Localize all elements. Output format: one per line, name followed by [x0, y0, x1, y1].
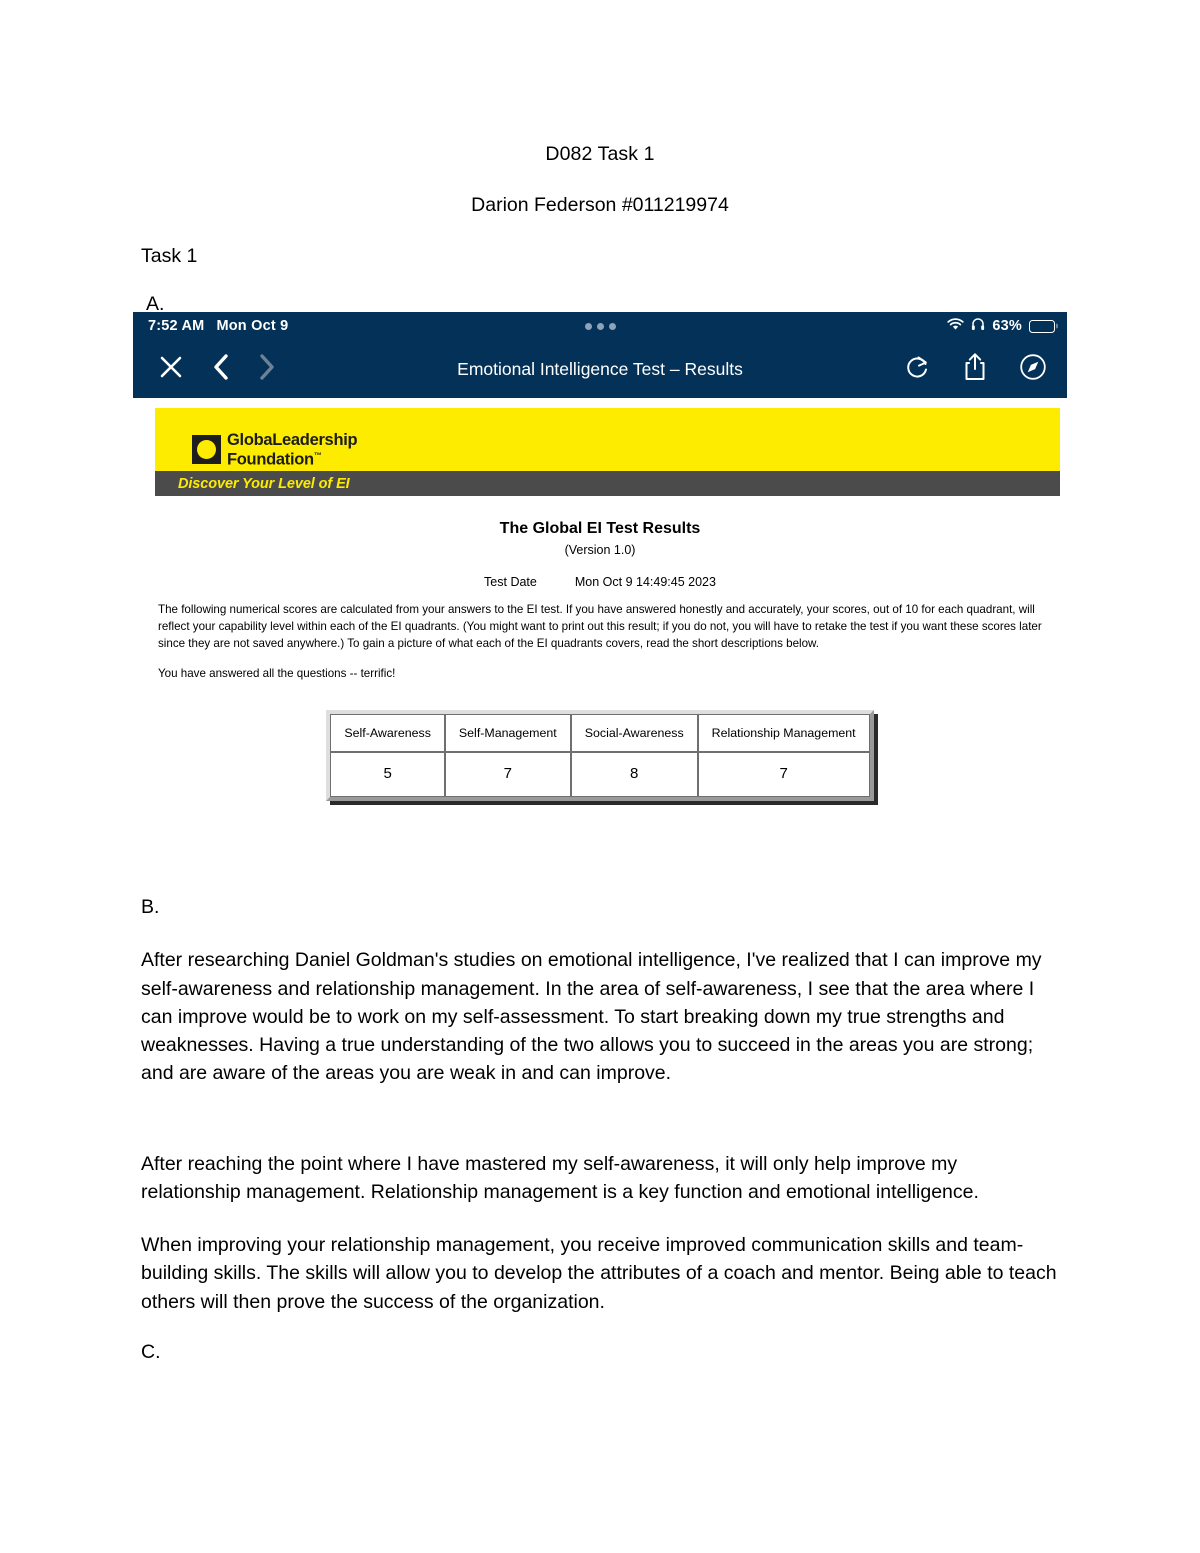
document-body: D082 Task 1 Darion Federson #011219974 T…: [0, 0, 1200, 316]
wifi-icon: [947, 317, 965, 335]
trademark-symbol: ™: [313, 451, 322, 460]
brand-tagline-bar: Discover Your Level of EI: [155, 471, 1060, 496]
brand-banner-yellow: GlobaLeadership Foundation™: [155, 408, 1060, 471]
test-date-value: Mon Oct 9 14:49:45 2023: [574, 575, 716, 589]
headphones-icon: [971, 317, 985, 335]
logo-line-2: Foundation: [227, 450, 314, 469]
table-value-cell: 7: [697, 752, 870, 797]
share-icon[interactable]: [963, 352, 987, 387]
table-header-cell: Social-Awareness: [570, 714, 698, 752]
table-header-cell: Self-Awareness: [330, 714, 445, 752]
section-label-a: A.: [146, 292, 165, 315]
table-header-cell: Relationship Management: [697, 714, 870, 752]
battery-icon: [1029, 319, 1055, 333]
document-section-b: B. After researching Daniel Goldman's st…: [141, 893, 1061, 1366]
status-time: 7:52 AM: [148, 318, 205, 334]
task-heading: Task 1: [141, 244, 198, 267]
web-page-content: GlobaLeadership Foundation™ Discover You…: [133, 398, 1067, 852]
results-intro-text: The following numerical scores are calcu…: [158, 602, 1044, 683]
completion-note: You have answered all the questions -- t…: [158, 667, 396, 681]
body-paragraph-1: After researching Daniel Goldman's studi…: [141, 949, 1042, 1085]
reload-icon[interactable]: [905, 353, 931, 386]
logo-line-1: GlobaLeadership: [227, 431, 358, 449]
scores-table-container: Self-Awareness Self-Management Social-Aw…: [133, 710, 1067, 801]
table-header-row: Self-Awareness Self-Management Social-Aw…: [330, 714, 870, 752]
table-value-cell: 7: [444, 752, 571, 797]
status-date: Mon Oct 9: [216, 318, 289, 334]
ellipsis-icon: [584, 322, 616, 330]
section-label-b: B.: [141, 896, 160, 918]
ios-status-bar: 7:52 AM Mon Oct 9 63%: [133, 312, 1067, 340]
body-paragraph-3: When improving your relationship managem…: [141, 1234, 1057, 1313]
close-icon[interactable]: [157, 353, 185, 386]
embedded-screenshot: 7:52 AM Mon Oct 9 63% Emotional Intellig…: [133, 312, 1067, 852]
status-bar-right: 63%: [947, 317, 1055, 335]
brand-tagline: Discover Your Level of EI: [178, 475, 350, 492]
results-version: (Version 1.0): [564, 543, 636, 557]
logo: GlobaLeadership Foundation™: [192, 431, 358, 469]
brand-banner: GlobaLeadership Foundation™ Discover You…: [155, 408, 1060, 496]
results-title: The Global EI Test Results: [499, 520, 701, 537]
nav-bar-left: [157, 352, 277, 387]
safari-compass-icon[interactable]: [1019, 353, 1047, 386]
status-bar-left: 7:52 AM Mon Oct 9: [148, 318, 288, 334]
ei-scores-table: Self-Awareness Self-Management Social-Aw…: [326, 710, 874, 801]
test-date-label: Test Date: [484, 575, 537, 589]
section-label-c: C.: [141, 1340, 161, 1363]
logo-wordmark: GlobaLeadership Foundation™: [227, 431, 358, 469]
test-date-row: Test Date Mon Oct 9 14:49:45 2023: [133, 575, 1067, 589]
browser-nav-bar: Emotional Intelligence Test – Results: [133, 340, 1067, 398]
logo-mark-icon: [192, 435, 221, 465]
page-title: D082 Task 1: [545, 143, 655, 165]
table-row: 5 7 8 7: [330, 752, 870, 797]
chevron-left-icon[interactable]: [211, 352, 231, 387]
table-header-cell: Self-Management: [444, 714, 571, 752]
table-value-cell: 8: [570, 752, 698, 797]
table-value-cell: 5: [330, 752, 445, 797]
battery-percent-label: 63%: [992, 318, 1022, 334]
body-paragraph-2: After reaching the point where I have ma…: [141, 1152, 979, 1203]
chevron-right-icon[interactable]: [257, 352, 277, 387]
intro-paragraph: The following numerical scores are calcu…: [158, 603, 1042, 650]
document-author: Darion Federson #011219974: [471, 194, 729, 217]
nav-bar-right: [905, 352, 1047, 387]
